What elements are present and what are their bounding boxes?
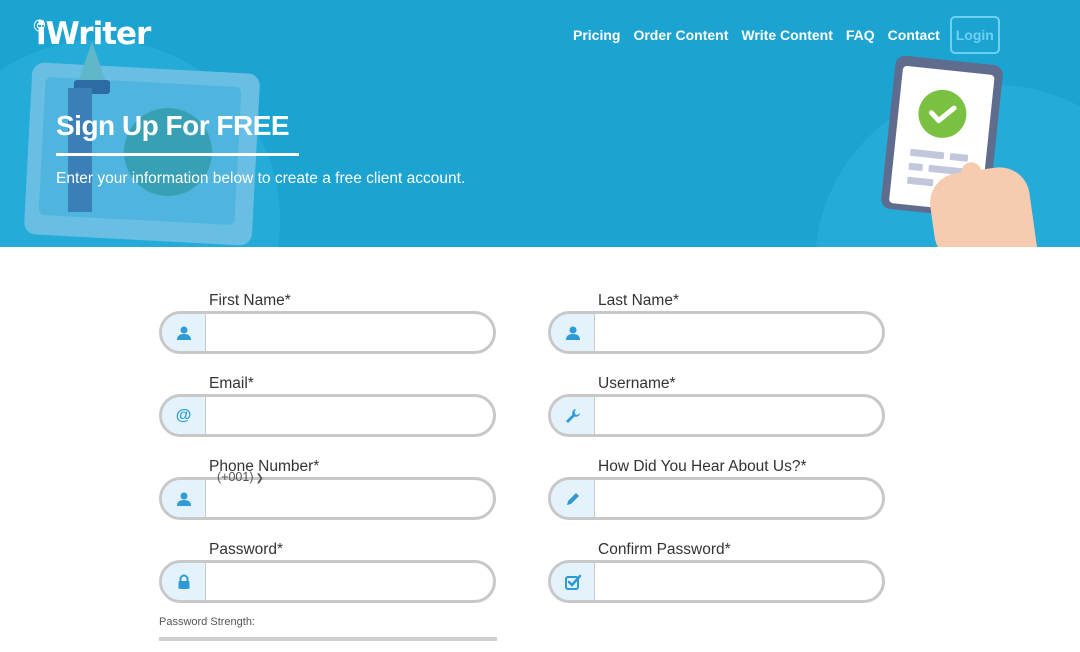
- signup-form: First Name* Last Name* Email* @ Username…: [0, 247, 1080, 652]
- password-strength-bar: [159, 637, 497, 641]
- phone-input[interactable]: [206, 480, 493, 517]
- username-label: Username*: [598, 375, 676, 392]
- first-name-field-box: [159, 311, 496, 354]
- nav-link-write-content[interactable]: Write Content: [741, 27, 833, 43]
- email-input[interactable]: [206, 397, 493, 434]
- hear-about-label: How Did You Hear About Us?*: [598, 458, 807, 475]
- login-button[interactable]: Login: [949, 16, 1000, 54]
- pen-icon: [551, 480, 595, 517]
- chevron-down-icon: ❯: [255, 473, 264, 484]
- country-code-select[interactable]: (+001) ❯: [217, 470, 264, 484]
- phone-field-box: [159, 477, 496, 520]
- username-input[interactable]: [595, 397, 882, 434]
- phone-text-line: [909, 148, 945, 160]
- main-nav: Pricing Order Content Write Content FAQ …: [573, 16, 1000, 54]
- password-field-box: [159, 560, 496, 603]
- page-subtitle: Enter your information below to create a…: [56, 170, 466, 187]
- user-icon: [162, 314, 206, 351]
- user-icon: [162, 480, 206, 517]
- country-code-value: (+001): [217, 470, 254, 484]
- logo-at-symbol: @: [33, 18, 46, 33]
- illustration-pen: [68, 88, 92, 212]
- phone-text-line: [906, 176, 934, 187]
- phone-text-line: [908, 162, 924, 172]
- wrench-icon: [551, 397, 595, 434]
- last-name-field-box: [548, 311, 885, 354]
- password-input[interactable]: [206, 563, 493, 600]
- email-field-box: @: [159, 394, 496, 437]
- site-logo[interactable]: @ iWriter: [32, 16, 151, 52]
- last-name-label: Last Name*: [598, 292, 679, 309]
- nav-link-faq[interactable]: FAQ: [846, 27, 875, 43]
- password-strength-label: Password Strength:: [159, 616, 255, 628]
- at-icon: @: [162, 397, 206, 434]
- first-name-input[interactable]: [206, 314, 493, 351]
- check-circle-icon: [916, 87, 969, 141]
- hear-about-input[interactable]: [595, 480, 882, 517]
- page-title: Sign Up For FREE: [56, 110, 290, 141]
- confirm-password-label: Confirm Password*: [598, 541, 731, 558]
- password-label: Password*: [209, 541, 284, 558]
- logo-text: iWriter: [36, 16, 151, 52]
- confirm-password-input[interactable]: [595, 563, 882, 600]
- hero-banner: @ iWriter Pricing Order Content Write Co…: [0, 0, 1080, 247]
- confirm-password-field-box: [548, 560, 885, 603]
- username-field-box: [548, 394, 885, 437]
- hear-about-field-box: [548, 477, 885, 520]
- email-label: Email*: [209, 375, 254, 392]
- last-name-input[interactable]: [595, 314, 882, 351]
- check-square-icon: [551, 563, 595, 600]
- lock-icon: [162, 563, 206, 600]
- nav-link-contact[interactable]: Contact: [888, 27, 940, 43]
- title-underline: [56, 153, 299, 156]
- first-name-label: First Name*: [209, 292, 291, 309]
- nav-link-order-content[interactable]: Order Content: [633, 27, 728, 43]
- nav-link-pricing[interactable]: Pricing: [573, 27, 620, 43]
- user-icon: [551, 314, 595, 351]
- phone-text-line: [949, 152, 969, 162]
